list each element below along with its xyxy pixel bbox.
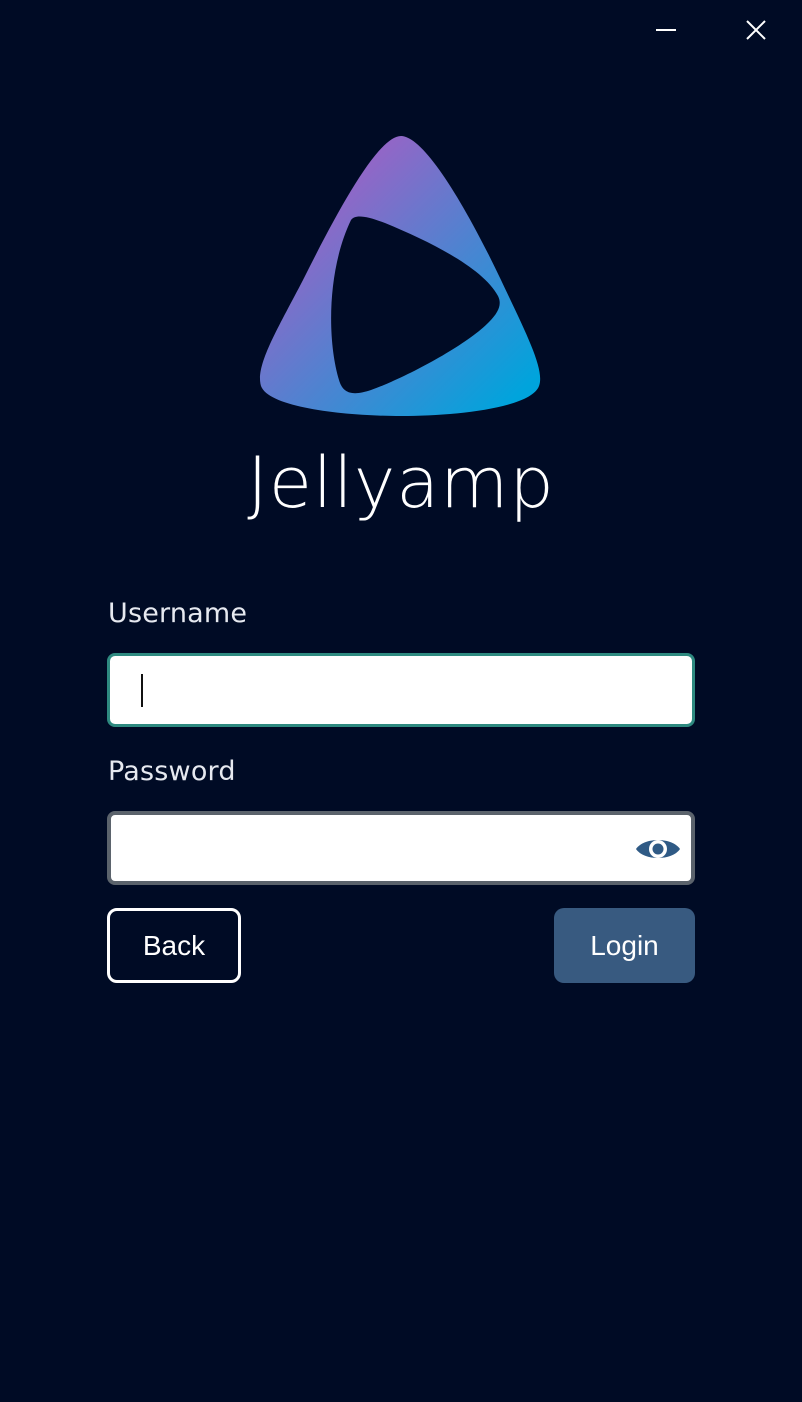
back-button[interactable]: Back: [107, 908, 241, 983]
close-button[interactable]: [736, 10, 776, 50]
minimize-icon: [656, 29, 676, 31]
play-triangle-logo: [260, 136, 541, 416]
password-label: Password: [108, 756, 236, 787]
login-button[interactable]: Login: [554, 908, 695, 983]
password-input[interactable]: [107, 811, 695, 885]
show-password-button[interactable]: [634, 829, 682, 869]
close-icon: [746, 20, 766, 40]
username-label: Username: [108, 598, 248, 629]
eye-icon: [636, 840, 680, 858]
text-caret: [141, 674, 143, 707]
username-input[interactable]: [107, 653, 695, 727]
app-title: Jellyamp: [247, 442, 555, 524]
login-window: Jellyamp Username Password Back Login: [0, 0, 802, 1402]
minimize-button[interactable]: [646, 10, 686, 50]
